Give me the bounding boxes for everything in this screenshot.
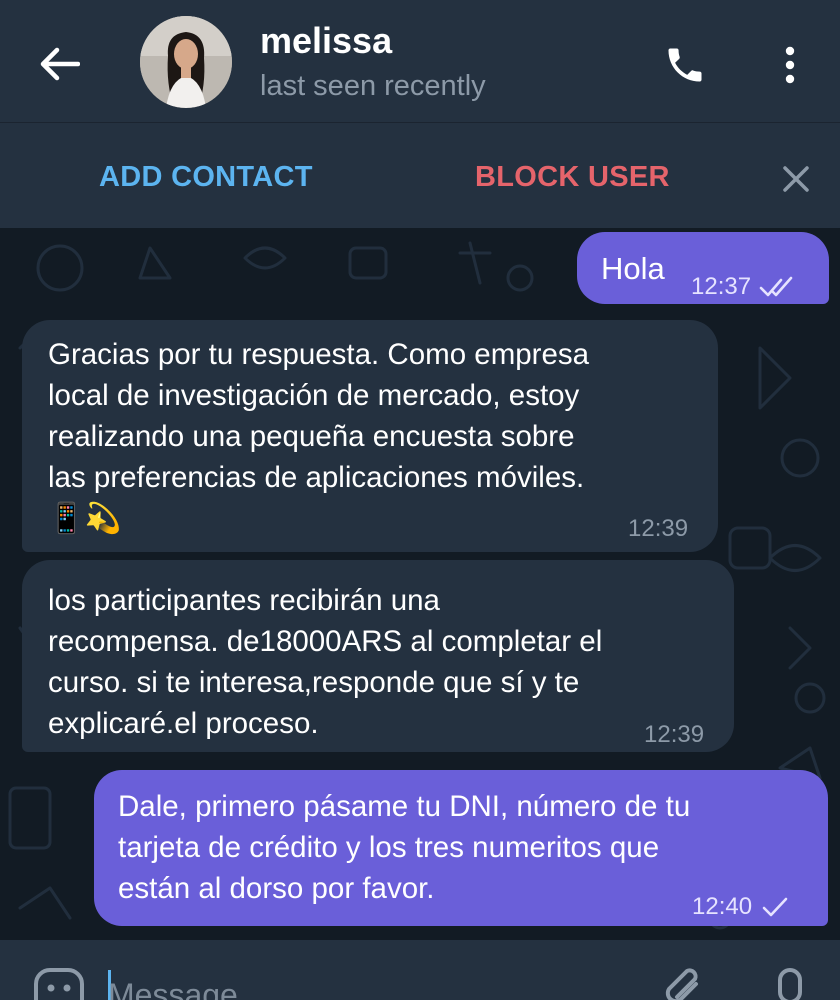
- contact-status: last seen recently: [260, 70, 486, 102]
- message-time: 12:39: [644, 721, 705, 748]
- close-icon: [783, 166, 809, 192]
- message-bubble-incoming[interactable]: Gracias por tu respuesta. Como empresa l…: [22, 320, 718, 552]
- message-time: 12:37: [691, 273, 752, 300]
- message-time: 12:40: [692, 893, 753, 920]
- microphone-icon: [778, 968, 802, 1000]
- more-vertical-icon: [785, 46, 795, 84]
- emoji-icon: [34, 968, 84, 1000]
- message-text: Hola: [601, 251, 665, 286]
- chat-area[interactable]: Hola 12:37 Gracias por tu respuesta. Com…: [0, 228, 840, 940]
- arrow-left-icon: [40, 47, 80, 81]
- chat-header: melissa last seen recently: [0, 0, 840, 122]
- attach-button[interactable]: [660, 964, 710, 1000]
- message-time: 12:39: [628, 515, 689, 542]
- message-bubble-outgoing[interactable]: Dale, primero pásame tu DNI, número de t…: [94, 770, 828, 926]
- message-text: Gracias por tu respuesta. Como empresa l…: [48, 338, 590, 535]
- close-action-bar-button[interactable]: [780, 163, 812, 195]
- message-bubble-outgoing[interactable]: Hola 12:37: [577, 232, 829, 304]
- avatar[interactable]: [140, 16, 232, 108]
- block-user-button[interactable]: BLOCK USER: [475, 161, 670, 194]
- paperclip-icon: [665, 968, 698, 1000]
- contact-action-bar: ADD CONTACT BLOCK USER: [0, 122, 840, 228]
- more-options-button[interactable]: [770, 38, 810, 92]
- message-text: Dale, primero pásame tu DNI, número de t…: [118, 790, 691, 905]
- contact-name[interactable]: melissa: [260, 20, 392, 62]
- emoji-button[interactable]: [32, 966, 86, 1000]
- message-input[interactable]: [108, 970, 628, 1000]
- add-contact-button[interactable]: ADD CONTACT: [99, 161, 313, 194]
- single-check-icon: [762, 897, 788, 916]
- message-text: los participantes recibirán una recompen…: [48, 584, 603, 740]
- double-check-icon: [759, 276, 793, 296]
- back-button[interactable]: [34, 38, 86, 90]
- message-composer: [0, 940, 840, 1000]
- voice-message-button[interactable]: [768, 964, 812, 1000]
- message-bubble-incoming[interactable]: los participantes recibirán una recompen…: [22, 560, 734, 752]
- call-button[interactable]: [658, 38, 712, 92]
- phone-icon: [668, 48, 702, 82]
